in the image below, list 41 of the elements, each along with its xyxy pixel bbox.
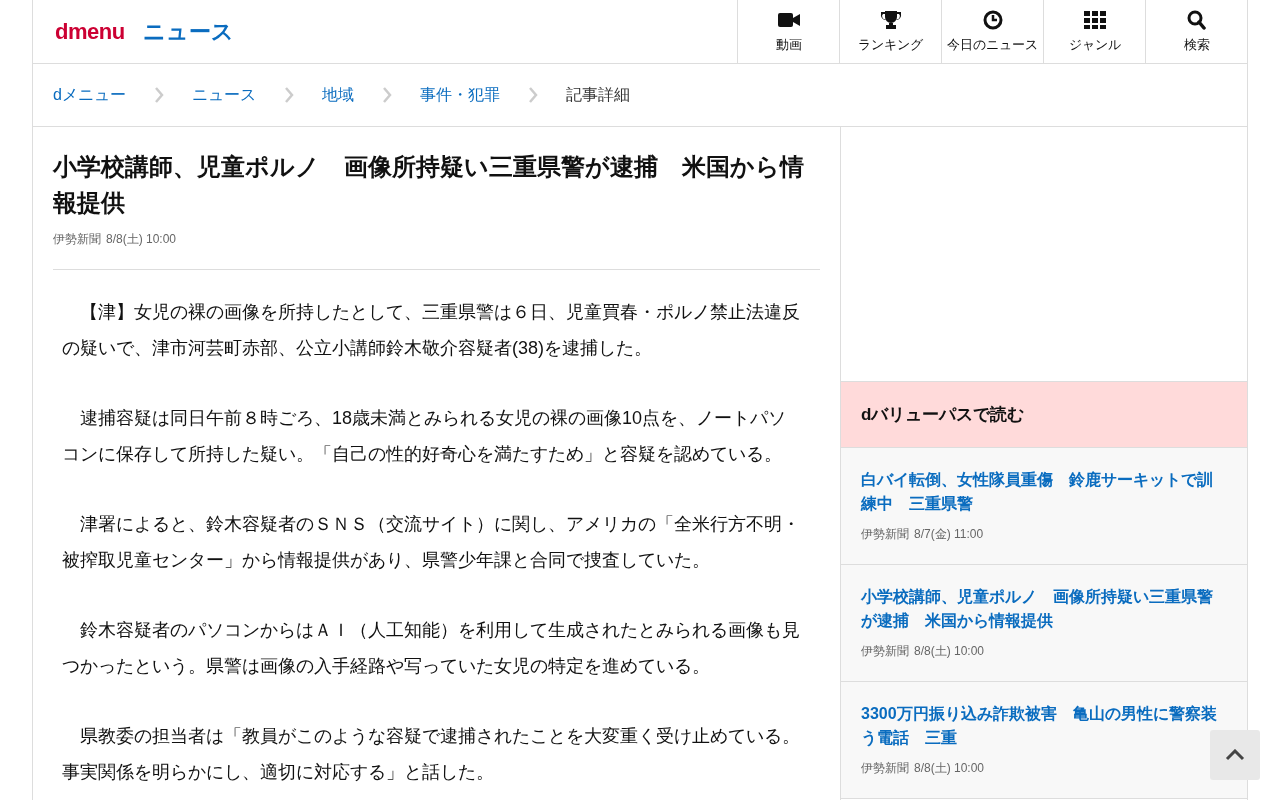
current-page-label: 記事詳細 [565, 84, 630, 105]
nav-item[interactable]: ジャンル [1043, 0, 1145, 63]
article-source: 伊勢新聞 [53, 231, 101, 248]
logo[interactable]: dmenu [55, 18, 125, 45]
related-title[interactable]: 白バイ転倒、女性隊員重傷 鈴鹿サーキットで訓練中 三重県警 [861, 468, 1227, 516]
sidebar-heading: dバリューパスで読む [861, 404, 1025, 426]
chevron-icon [381, 86, 392, 104]
breadcrumb-link[interactable]: 地域 [321, 84, 354, 106]
related-time: 8/8(土) 10:00 [914, 643, 985, 660]
scroll-top-button[interactable] [1210, 730, 1260, 780]
related-time: 8/7(金) 11:00 [914, 526, 984, 543]
related-title[interactable]: 3300万円振り込み詐欺被害 亀山の男性に警察装う電話 三重 [861, 702, 1227, 750]
article-title: 小学校講師、児童ポルノ 画像所持疑い三重県警が逮捕 米国から情報提供 [53, 152, 805, 218]
article-paragraph: 県教委の担当者は「教員がこのような容疑で逮捕されたことを大変重く受け止めている。事実関係を明らかにし、適切に対応する」と話した。 [62, 725, 801, 784]
section-title[interactable]: ニュース [142, 16, 234, 47]
article-paragraph: 【津】女児の裸の画像を所持したとして、三重県警は６日、児童買春・ポルノ禁止法違反の疑いで、津市河芸町赤部、公立小講師鈴木敬介容疑者(38)を逮捕した。 [62, 301, 801, 360]
related-time: 8/8(土) 10:00 [914, 760, 985, 777]
breadcrumb-link[interactable]: ニュース [191, 84, 256, 106]
related-article[interactable]: 白バイ転倒、女性隊員重傷 鈴鹿サーキットで訓練中 三重県警 伊勢新聞 8/7(金) 11:00 [841, 448, 1247, 565]
related-title[interactable]: 小学校講師、児童ポルノ 画像所持疑い三重県警が逮捕 米国から情報提供 [861, 585, 1227, 633]
grid-icon [1082, 9, 1107, 30]
breadcrumb-link[interactable]: dメニュー [53, 84, 126, 106]
chevron-icon [153, 86, 164, 104]
nav-item[interactable]: 今日のニュース [941, 0, 1043, 63]
nav-item[interactable]: ランキング [839, 0, 941, 63]
related-source: 伊勢新聞 [861, 760, 909, 777]
breadcrumb-link[interactable]: 事件・犯罪 [419, 84, 500, 106]
trophy-icon [878, 9, 903, 30]
article-paragraph: 逮捕容疑は同日午前８時ごろ、18歳未満とみられる女児の裸の画像10点を、ノートパソコンに保存して所持した疑い。「自己の性的好奇心を満たすため」と容疑を認めている。 [62, 407, 788, 466]
article-paragraph: 鈴木容疑者のパソコンからはＡＩ（人工知能）を利用して生成されたとみられる画像も見つかったという。県警は画像の入手経路や写っていた女児の特定を進めている。 [62, 619, 801, 678]
related-source: 伊勢新聞 [861, 643, 909, 660]
nav-item[interactable]: 検索 [1145, 0, 1247, 63]
related-source: 伊勢新聞 [861, 526, 909, 543]
related-article[interactable]: 小学校講師、児童ポルノ 画像所持疑い三重県警が逮捕 米国から情報提供 伊勢新聞 8/8(土) 10:00 [841, 565, 1247, 682]
related-article[interactable]: 3300万円振り込み詐欺被害 亀山の男性に警察装う電話 三重 伊勢新聞 8/8(土) 10:00 [841, 682, 1247, 799]
article-paragraph: 津署によると、鈴木容疑者のＳＮＳ（交流サイト）に関し、アメリカの「全米行方不明・被搾取児童センター」から情報提供があり、県警少年課と合同で捜査していた。 [62, 513, 801, 572]
article-time: 8/8(土) 10:00 [106, 231, 177, 248]
chevron-icon [283, 86, 294, 104]
caret-up-icon [1225, 749, 1245, 761]
chevron-icon [527, 86, 538, 104]
nav-item[interactable]: 動画 [737, 0, 839, 63]
